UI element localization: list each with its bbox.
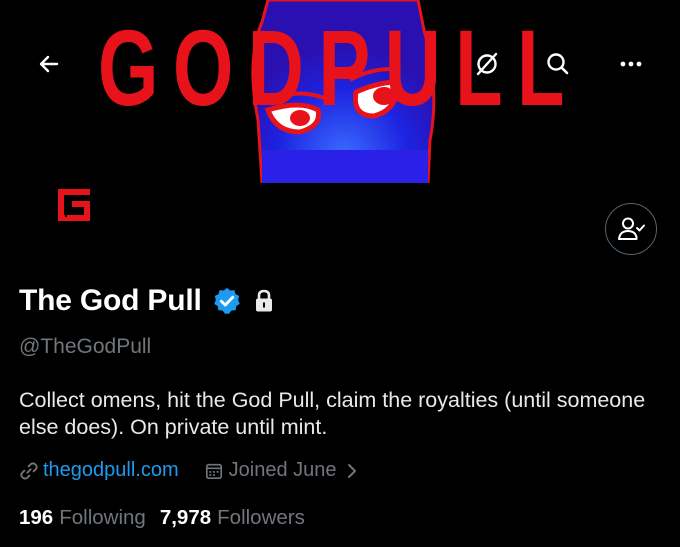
arrow-left-icon <box>39 55 59 73</box>
profile-meta-row: thegodpull.com Joined June <box>19 459 359 482</box>
website-text: thegodpull.com <box>43 459 179 481</box>
following-label: Following <box>59 506 146 529</box>
website-link[interactable]: thegodpull.com <box>19 459 179 482</box>
following-count: 196 <box>19 506 54 529</box>
lock-icon <box>252 288 276 314</box>
profile-bio: Collect omens, hit the God Pull, claim t… <box>19 388 646 439</box>
chevron-right-icon <box>345 462 359 480</box>
profile-avatar[interactable] <box>44 177 104 237</box>
avatar-logo <box>54 185 94 225</box>
profile-name-row: The God Pull <box>19 284 276 318</box>
joined-text: Joined June <box>228 459 337 481</box>
person-check-icon <box>618 217 645 240</box>
display-name: The God Pull <box>19 284 202 317</box>
followers-link[interactable]: 7,978 Followers <box>160 506 305 530</box>
followers-count: 7,978 <box>159 506 212 529</box>
follow-request-button[interactable] <box>605 203 657 255</box>
search-button[interactable] <box>538 44 578 84</box>
profile-handle: @TheGodPull <box>19 335 152 358</box>
more-button[interactable] <box>611 44 651 84</box>
following-link[interactable]: 196 Following <box>19 506 146 530</box>
more-horizontal-icon <box>620 61 642 67</box>
search-icon <box>547 53 569 75</box>
joined-date[interactable]: Joined June <box>205 459 359 482</box>
verified-badge-icon[interactable] <box>212 286 242 316</box>
link-icon <box>20 461 38 480</box>
calendar-icon <box>205 462 223 480</box>
profile-stats: 196 Following 7,978 Followers <box>19 506 319 530</box>
followers-label: Followers <box>217 506 305 529</box>
profile-banner[interactable]: GODPULL <box>0 0 680 183</box>
back-button[interactable] <box>29 44 69 84</box>
banner-title-text: GODPULL <box>98 7 579 128</box>
grok-button[interactable] <box>467 44 507 84</box>
grok-icon <box>476 52 498 76</box>
